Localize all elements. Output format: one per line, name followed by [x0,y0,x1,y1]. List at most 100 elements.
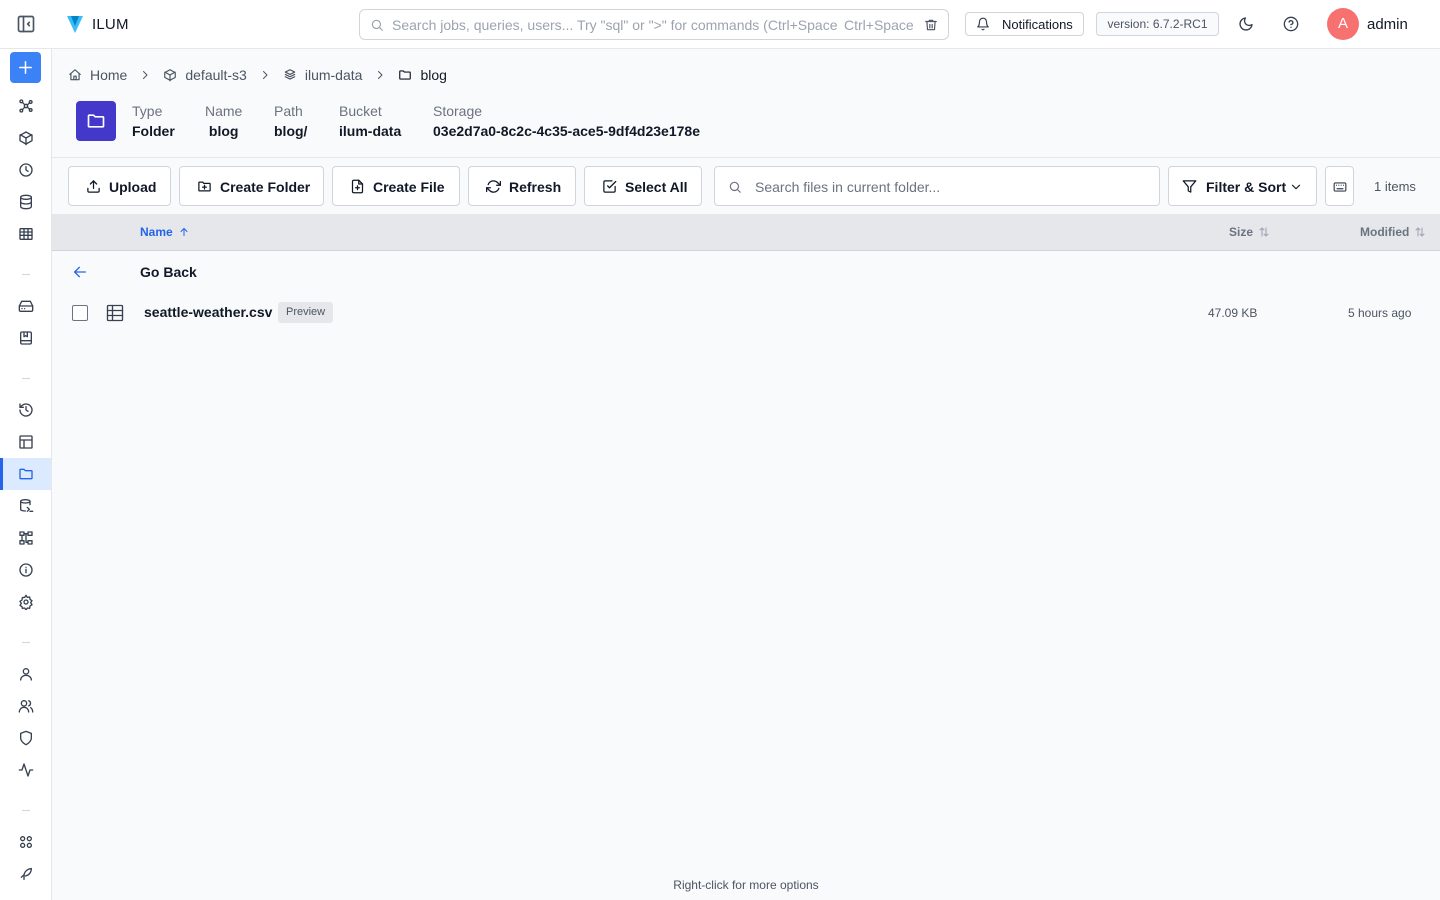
upload-icon [87,180,100,193]
breadcrumb-bucket[interactable]: ilum-data [283,67,363,83]
refresh-icon [486,180,501,193]
sidebar-item-settings[interactable] [0,586,51,618]
database-icon [20,194,32,210]
notebook-icon [20,331,32,345]
item-count: 1 items [1374,179,1416,194]
sidebar-item-notebooks[interactable] [0,322,51,354]
header-divider [52,157,1440,158]
chevron-down-icon [1291,184,1301,190]
file-name[interactable]: seattle-weather.csv [144,304,272,320]
file-modified: 5 hours ago [1348,306,1412,320]
breadcrumb-home[interactable]: Home [68,67,127,83]
filter-sort-button[interactable]: Filter & Sort [1168,166,1317,206]
keyboard-icon [1333,182,1347,192]
user-name[interactable]: admin [1367,16,1408,33]
ilum-logo-icon[interactable] [66,14,84,34]
column-size-label: Size [1229,225,1254,239]
notifications-button[interactable]: Notifications [965,12,1084,36]
refresh-button[interactable]: Refresh [468,166,576,206]
sidebar-toggle-icon[interactable] [16,14,36,34]
sidebar-item-users[interactable] [0,690,51,722]
chevron-right-icon [378,71,383,79]
sidebar-item-security[interactable] [0,722,51,754]
upload-button[interactable]: Upload [68,166,171,206]
file-search-input[interactable]: Search files in current folder... [755,179,940,195]
folder-icon [399,70,412,80]
global-search[interactable]: Search jobs, queries, users... Try "sql"… [359,9,949,40]
sidebar-divider [22,642,30,643]
notifications-label: Notifications [1002,17,1073,32]
brand-name[interactable]: ILUM [92,16,129,33]
breadcrumb-current-folder: blog [398,67,447,83]
column-modified-header[interactable]: Modified [1360,225,1426,239]
create-file-button[interactable]: Create File [332,166,460,206]
sidebar-item-history[interactable] [0,394,51,426]
sidebar-item-extras[interactable] [0,858,51,890]
user-avatar[interactable]: A [1327,8,1359,40]
meta-name: Name blog [205,103,242,139]
sidebar-item-storage[interactable] [0,290,51,322]
column-name-header[interactable]: Name [140,225,190,239]
column-size-header[interactable]: Size [1229,225,1270,239]
sidebar-item-info[interactable] [0,554,51,586]
meta-path-value: blog/ [274,123,308,139]
trash-icon[interactable] [924,18,938,32]
modules-icon [19,836,32,848]
sidebar-item-workspace[interactable] [0,426,51,458]
sidebar-item-sql[interactable] [0,490,51,522]
activity-icon [18,763,34,777]
breadcrumb: Home default-s3 ilum-data blog [68,66,447,84]
create-folder-button[interactable]: Create Folder [179,166,324,206]
file-plus-icon [351,179,364,194]
help-circle-icon[interactable] [1283,16,1299,32]
sidebar-item-database[interactable] [0,186,51,218]
sidebar-item-profile[interactable] [0,658,51,690]
top-bar: ILUM Search jobs, queries, users... Try … [0,0,1440,49]
create-folder-label: Create Folder [220,179,311,195]
check-square-icon [603,180,617,193]
preview-badge[interactable]: Preview [278,302,334,323]
meta-storage-label: Storage [433,103,483,119]
meta-storage-value: 03e2d7a0-8c2c-4c35-ace5-9df4d23e178e [433,123,700,139]
sidebar-item-jobs[interactable] [0,122,51,154]
table-row[interactable]: seattle-weather.csv Preview 47.09 KB 5 h… [52,293,1440,333]
users-icon [18,700,34,713]
sidebar-divider [22,274,30,275]
moon-icon[interactable] [1238,16,1254,32]
file-search[interactable]: Search files in current folder... [714,166,1160,206]
lineage-icon [19,531,33,545]
sidebar-item-lineage[interactable] [0,522,51,554]
refresh-label: Refresh [509,179,562,195]
upload-label: Upload [109,179,157,195]
go-back-row[interactable]: Go Back [52,252,1440,292]
sort-icon [1415,227,1425,237]
plus-icon [19,61,32,74]
file-size: 47.09 KB [1208,306,1258,320]
history-icon [19,403,33,417]
sidebar-item-files[interactable] [0,458,51,490]
version-badge: version: 6.7.2-RC1 [1096,12,1219,36]
create-new-button[interactable] [10,52,41,83]
meta-name-label: Name [205,103,243,119]
drive-icon [18,300,34,312]
keyboard-shortcuts-button[interactable] [1325,166,1354,206]
sidebar-item-tables[interactable] [0,218,51,250]
sidebar-item-clusters[interactable] [0,90,51,122]
search-shortcut-hint: Ctrl+Space [844,17,914,33]
row-checkbox[interactable] [72,305,88,321]
meta-type: Type Folder [132,103,175,139]
table-file-icon [106,304,124,322]
sidebar-item-schedules[interactable] [0,154,51,186]
select-all-label: Select All [625,179,688,195]
table-header: Name Size Modified [52,214,1440,251]
select-all-button[interactable]: Select All [584,166,702,206]
sidebar-divider [22,378,30,379]
meta-bucket-value: ilum-data [339,123,402,139]
meta-path-label: Path [274,103,303,119]
sidebar-item-monitoring[interactable] [0,754,51,786]
global-search-input[interactable]: Search jobs, queries, users... Try "sql"… [392,17,838,33]
sidebar-item-modules[interactable] [0,826,51,858]
breadcrumb-label: ilum-data [304,67,363,83]
meta-path: Path blog/ [274,103,307,139]
breadcrumb-storage[interactable]: default-s3 [163,67,247,83]
